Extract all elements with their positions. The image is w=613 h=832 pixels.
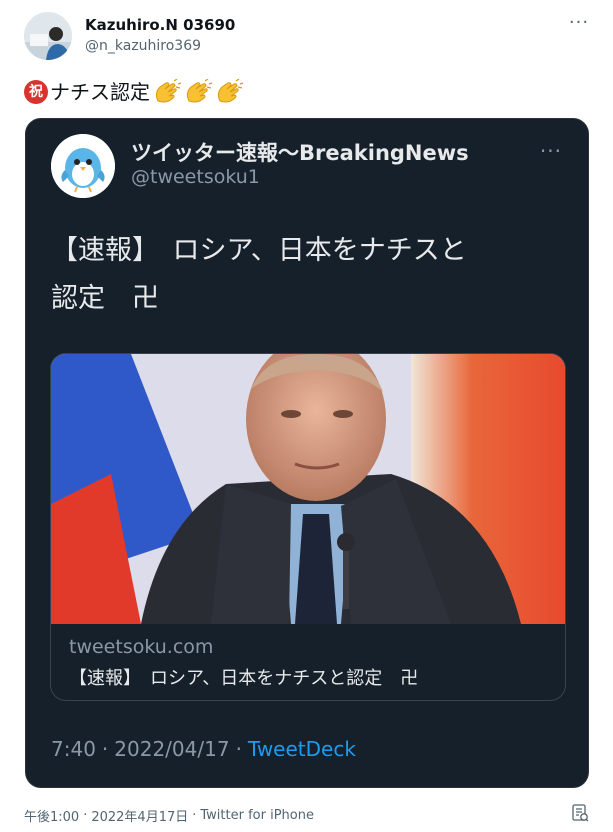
clapping-hands-icon [186, 79, 213, 103]
tweet-source-link[interactable]: Twitter for iPhone [200, 808, 314, 823]
celebration-badge-icon: 祝 [24, 80, 48, 104]
blue-bird-icon [51, 134, 115, 198]
separator-dot: · [192, 808, 197, 823]
clapping-hands-icon [217, 79, 244, 103]
embedded-tweet-screenshot[interactable]: ツイッター速報〜BreakingNews @tweetsoku1 ··· 【速報… [25, 118, 589, 788]
link-preview-card[interactable]: tweetsoku.com 【速報】 ロシア、日本をナチスと認定 卍 [50, 353, 566, 701]
embedded-more-options-icon: ··· [539, 139, 562, 163]
news-photo [51, 354, 565, 624]
embedded-source-link: TweetDeck [247, 737, 356, 761]
embedded-date: 2022/04/17 [114, 737, 230, 761]
more-options-icon[interactable]: ··· [569, 12, 589, 33]
avatar-photo [24, 12, 72, 60]
embedded-time: 7:40 [51, 737, 96, 761]
tweet: Kazuhiro.N 03690 @n_kazuhiro369 ··· 祝 ナチ… [0, 0, 613, 832]
tweet-time[interactable]: 午後1:00 [24, 806, 79, 825]
link-domain: tweetsoku.com [69, 636, 214, 658]
tweet-body: ナチス認定 [50, 80, 150, 104]
embedded-display-name: ツイッター速報〜BreakingNews [131, 141, 469, 165]
separator-dot: · [235, 737, 242, 761]
clap-emoji-group [152, 79, 245, 105]
link-title: 【速報】 ロシア、日本をナチスと認定 卍 [69, 668, 419, 689]
tweet-text: 祝 ナチス認定 [24, 78, 245, 106]
analytics-icon[interactable] [571, 804, 589, 822]
author-handle[interactable]: @n_kazuhiro369 [85, 38, 201, 54]
embedded-tweet-text: 【速報】 ロシア、日本をナチスと 認定 卍 [51, 235, 467, 314]
separator-dot: · [83, 808, 88, 823]
embedded-handle: @tweetsoku1 [131, 166, 260, 188]
embedded-tweet-meta: 7:40 · 2022/04/17 · TweetDeck [51, 737, 356, 761]
separator-dot: · [101, 737, 109, 761]
tweet-meta: 午後1:00 · 2022年4月17日 · Twitter for iPhone [24, 806, 314, 825]
clapping-hands-icon [155, 79, 182, 103]
avatar[interactable] [24, 12, 72, 60]
author-display-name[interactable]: Kazuhiro.N 03690 [85, 16, 235, 34]
embedded-avatar [51, 134, 115, 198]
tweet-date[interactable]: 2022年4月17日 [91, 806, 188, 825]
